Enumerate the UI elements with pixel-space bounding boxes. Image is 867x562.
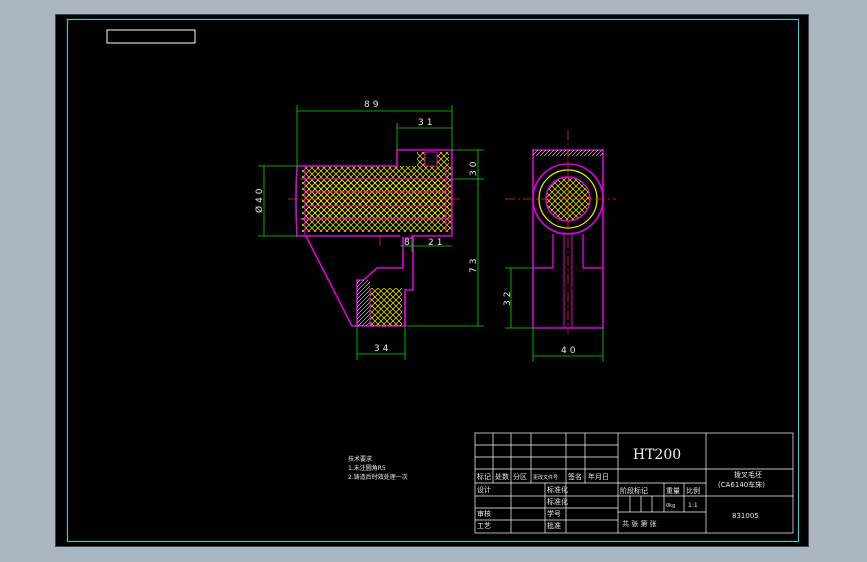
- label-fenqu: 分区: [513, 472, 527, 481]
- cad-drawing: 89 31 Ø40 30 73 8 21 34 32 40 标记 处数 分区 更…: [106, 29, 794, 534]
- label-sheji: 设计: [477, 485, 491, 494]
- label-shenhe: 审核: [477, 509, 491, 518]
- dim-21: 21: [428, 238, 445, 248]
- fork-hatch: [370, 288, 402, 326]
- dim-8: 8: [404, 238, 413, 248]
- scale-value: 1:1: [688, 502, 698, 509]
- side-view: [505, 130, 616, 334]
- notes-heading: 技术要求: [348, 456, 373, 463]
- dim-40: 40: [561, 346, 578, 356]
- dim-73: 73: [469, 256, 479, 273]
- material-label: HT200: [632, 447, 682, 463]
- notes-line1: 1.未注圆角R5: [348, 465, 386, 472]
- label-xuehao: 学号: [547, 509, 561, 518]
- corner-box: [106, 29, 196, 44]
- dim-30: 30: [469, 159, 479, 176]
- label-chushu: 处数: [495, 472, 509, 481]
- part-name-line1: 拨叉毛坯: [734, 470, 762, 479]
- dim-89: 89: [364, 100, 381, 110]
- label-zhongliang: 重量: [666, 487, 680, 495]
- label-gengwen: 更改文件号: [533, 474, 558, 481]
- side-dimensions: [505, 267, 604, 362]
- part-name-line2: (CA6140车床): [718, 480, 765, 489]
- label-bili: 比例: [686, 486, 700, 495]
- dim-31: 31: [418, 118, 435, 128]
- label-pizhun: 批准: [547, 521, 561, 530]
- dim-32: 32: [503, 289, 513, 306]
- label-sheet-count: 共 张 第 张: [622, 519, 657, 528]
- dim-34: 34: [374, 344, 391, 354]
- drawing-number: 831005: [732, 512, 759, 520]
- label-nianyueri: 年月日: [588, 472, 609, 481]
- label-biaozhunhua: 标准化: [547, 485, 568, 494]
- tech-notes: 技术要求 1.未注圆角R5 2.铸造后时效处理一次: [348, 455, 408, 482]
- dim-diameter-40: Ø40: [254, 185, 265, 213]
- label-biaozhunhua2: 标准化: [547, 497, 568, 506]
- label-qianming: 签名: [568, 472, 582, 481]
- weight-value: 0kg: [666, 503, 675, 509]
- label-biaoji: 标记: [477, 472, 491, 481]
- label-gongyi: 工艺: [477, 522, 491, 530]
- notes-line2: 2.铸造后时效处理一次: [348, 474, 408, 481]
- label-jieduan: 阶段标记: [620, 486, 648, 495]
